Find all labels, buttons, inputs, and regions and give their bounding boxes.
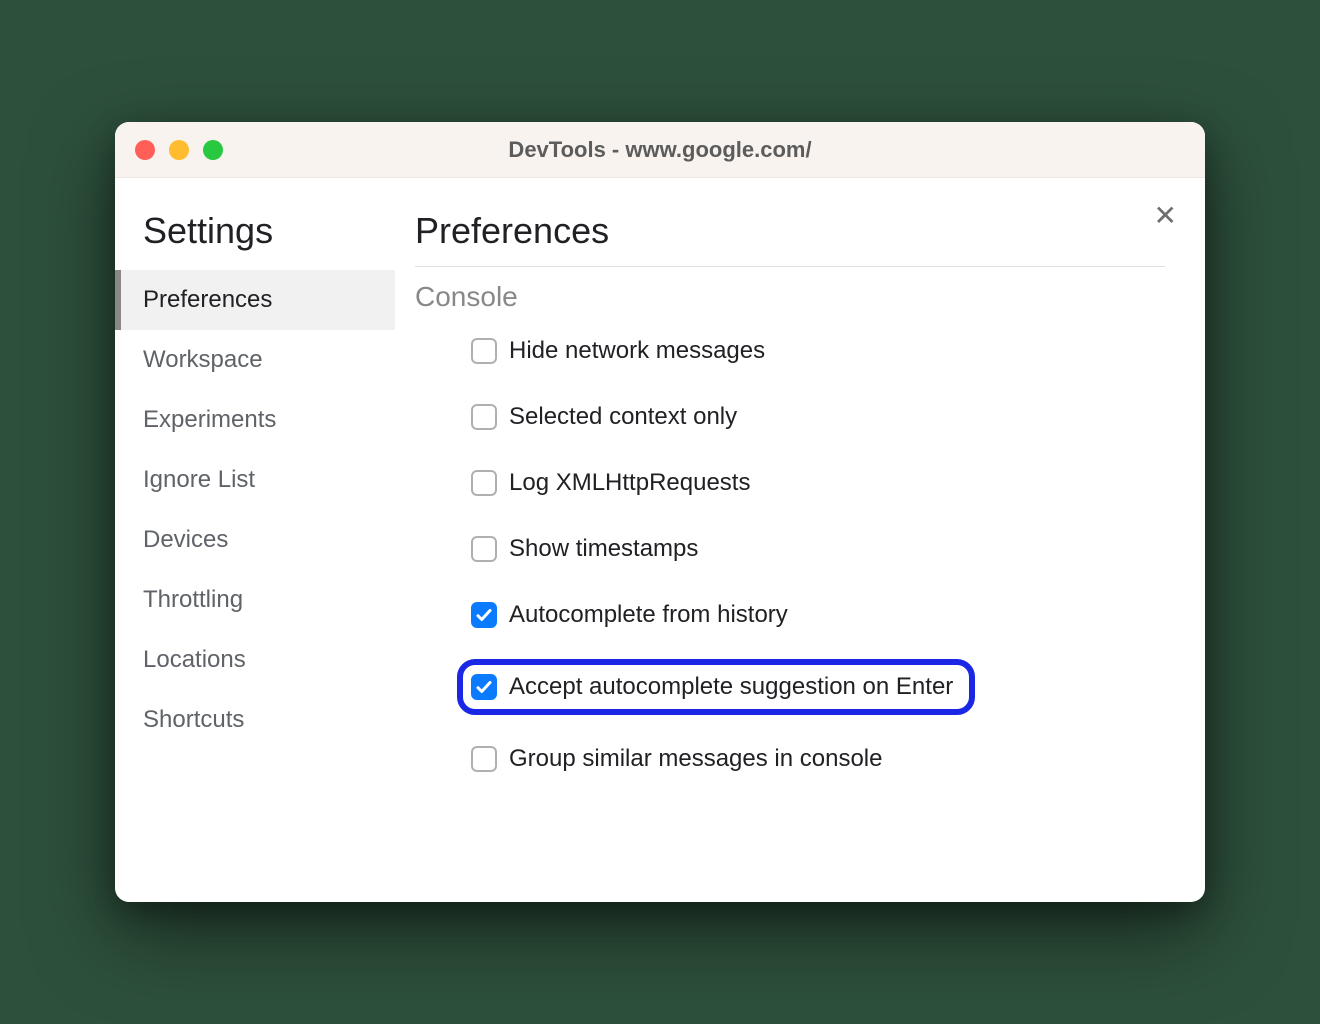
main-panel: Preferences Console Hide network message… [395, 178, 1205, 902]
option-row: Autocomplete from history [471, 601, 1165, 629]
sidebar-item-ignore-list[interactable]: Ignore List [115, 450, 395, 510]
checkbox-show-timestamps[interactable] [471, 536, 497, 562]
options-list: Hide network messages Selected context on… [415, 337, 1165, 773]
option-label: Autocomplete from history [509, 601, 788, 629]
checkbox-selected-context-only[interactable] [471, 404, 497, 430]
option-label: Group similar messages in console [509, 745, 883, 773]
section-title: Console [415, 281, 1165, 313]
checkbox-autocomplete-from-history[interactable] [471, 602, 497, 628]
option-row: Log XMLHttpRequests [471, 469, 1165, 497]
devtools-window: DevTools - www.google.com/ ✕ Settings Pr… [115, 122, 1205, 902]
checkbox-group-similar-messages-in-console[interactable] [471, 746, 497, 772]
sidebar-item-locations[interactable]: Locations [115, 630, 395, 690]
sidebar-item-experiments[interactable]: Experiments [115, 390, 395, 450]
close-window-button[interactable] [135, 140, 155, 160]
sidebar-item-devices[interactable]: Devices [115, 510, 395, 570]
option-label: Show timestamps [509, 535, 698, 563]
option-row: Hide network messages [471, 337, 1165, 365]
option-row: Group similar messages in console [471, 745, 1165, 773]
option-row: Show timestamps [471, 535, 1165, 563]
sidebar-item-workspace[interactable]: Workspace [115, 330, 395, 390]
option-label: Accept autocomplete suggestion on Enter [509, 673, 953, 701]
option-label: Selected context only [509, 403, 737, 431]
maximize-window-button[interactable] [203, 140, 223, 160]
sidebar-item-shortcuts[interactable]: Shortcuts [115, 690, 395, 750]
page-title: Preferences [415, 210, 1165, 267]
close-icon[interactable]: ✕ [1154, 202, 1177, 230]
option-label: Hide network messages [509, 337, 765, 365]
checkbox-accept-autocomplete-suggestion-on-enter[interactable] [471, 674, 497, 700]
option-row: Accept autocomplete suggestion on Enter [457, 659, 975, 715]
titlebar: DevTools - www.google.com/ [115, 122, 1205, 178]
traffic-lights [135, 140, 223, 160]
sidebar-item-throttling[interactable]: Throttling [115, 570, 395, 630]
option-label: Log XMLHttpRequests [509, 469, 750, 497]
option-row: Selected context only [471, 403, 1165, 431]
window-title: DevTools - www.google.com/ [508, 137, 811, 163]
settings-sidebar: Settings PreferencesWorkspaceExperiments… [115, 178, 395, 902]
sidebar-item-preferences[interactable]: Preferences [115, 270, 395, 330]
content-area: ✕ Settings PreferencesWorkspaceExperimen… [115, 178, 1205, 902]
minimize-window-button[interactable] [169, 140, 189, 160]
checkbox-hide-network-messages[interactable] [471, 338, 497, 364]
checkbox-log-xmlhttprequests[interactable] [471, 470, 497, 496]
sidebar-title: Settings [115, 210, 395, 270]
